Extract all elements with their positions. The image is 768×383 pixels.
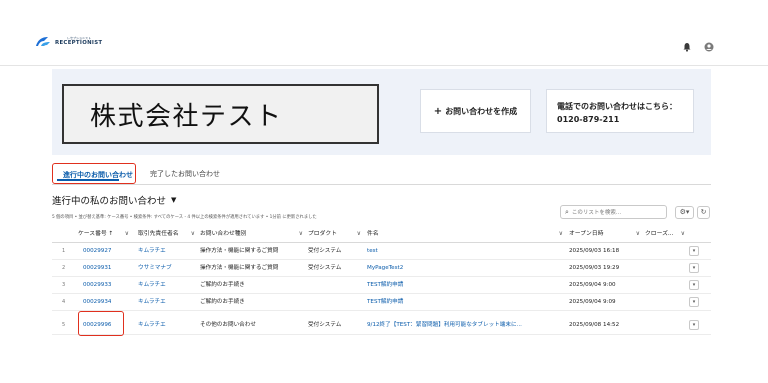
case-number-link[interactable]: 00029927 [83,243,111,260]
column-header-close-date[interactable]: クローズ... ∨ [645,225,688,243]
inquiry-type: ご解約のお手続き [200,299,245,305]
chevron-down-icon[interactable]: ∨ [357,225,361,243]
open-date: 2025/09/08 14:52 [569,322,620,328]
row-number: 4 [62,299,66,305]
subject-link[interactable]: test [367,243,562,260]
chevron-down-icon: ▾ [692,282,696,288]
list-search-input[interactable]: ⌕ このリストを検索... [560,205,667,219]
logo-ruby: レセプショニスト [67,35,92,40]
column-header-inquiry-type[interactable]: お問い合わせ種別 ∨ [200,225,306,243]
top-header: レセプショニスト RECEPTIONIST [0,0,768,66]
inquiry-type: 操作方法・機能に関するご質問 [200,248,279,254]
phone-contact-card: 電話でのお問い合わせはこちら： 0120-879-211 [546,89,694,133]
contact-link[interactable]: キムラチエ [138,315,166,335]
logo-mark-icon [35,36,52,47]
column-header-subject[interactable]: 件名 ∨ [367,225,566,243]
gear-icon: ⚙▾ [679,208,690,216]
company-name: 株式会社テスト [90,102,283,132]
contact-link[interactable]: ウサミマナブ [138,260,172,277]
phone-number: 0120-879-211 [557,115,620,124]
case-number-link[interactable]: 00029996 [83,315,111,335]
chevron-down-icon: ▾ [692,299,696,305]
search-placeholder: このリストを検索... [571,210,622,216]
inquiry-type: ご解約のお手続き [200,282,245,288]
refresh-button[interactable]: ↻ [697,206,710,219]
table-row: 2 00029931 ウサミマナブ 操作方法・機能に関するご質問 受付システム … [52,260,711,277]
chevron-down-icon: ▾ [692,322,696,328]
open-date: 2025/09/03 16:18 [569,248,620,254]
chevron-down-icon: ▾ [692,265,696,271]
new-case-button[interactable]: + お問い合わせを作成 [420,89,531,133]
row-action-menu[interactable]: ▾ [689,320,699,330]
row-number: 5 [62,322,66,328]
table-row: 3 00029933 キムラチエ ご解約のお手続き TEST解約申請 2025/… [52,277,711,294]
column-header-open-date[interactable]: オープン日時 ∨ [569,225,643,243]
chevron-down-icon[interactable]: ∨ [125,225,129,243]
contact-link[interactable]: キムラチエ [138,277,166,294]
column-header-case-number[interactable]: ケース番号 ↑ ∨ [78,225,132,243]
subject-link[interactable]: MyPageTest2 [367,260,562,277]
plus-icon: + [433,105,443,117]
subject-link[interactable]: TEST解約申請 [367,294,562,311]
subject-link[interactable]: 9/12終了【TEST：緊習問題】利用可能なタブレット端末に... [367,315,562,335]
row-number: 2 [62,265,66,271]
product: 受付システム [308,265,342,271]
chevron-down-icon[interactable]: ∨ [636,225,640,243]
search-icon: ⌕ [565,207,569,216]
table-row: 4 00029934 キムラチエ ご解約のお手続き TEST解約申請 2025/… [52,294,711,311]
case-number-link[interactable]: 00029933 [83,277,111,294]
product: 受付システム [308,248,342,254]
new-case-label: お問い合わせを作成 [445,106,518,116]
chevron-down-icon: ▾ [692,248,696,254]
case-number-link[interactable]: 00029934 [83,294,111,311]
inquiry-type: その他のお問い合わせ [200,322,256,328]
receptionist-logo[interactable]: レセプショニスト RECEPTIONIST [35,34,102,48]
list-meta-info: 5 個の項目 • 並び替え基準: ケース番号 • 検索条件: すべてのケース -… [52,215,317,220]
column-header-product[interactable]: プロダクト ∨ [308,225,364,243]
company-banner: 株式会社テスト + お問い合わせを作成 電話でのお問い合わせはこちら： 0120… [52,69,711,155]
contact-link[interactable]: キムラチエ [138,294,166,311]
inquiry-type: 操作方法・機能に関するご質問 [200,265,279,271]
case-number-link[interactable]: 00029931 [83,260,111,277]
list-settings-button[interactable]: ⚙▾ [675,206,694,219]
row-number: 1 [62,248,66,254]
open-date: 2025/09/04 9:09 [569,299,616,305]
list-view-selector[interactable]: 進行中の私のお問い合わせ ▼ [52,193,176,207]
subject-link[interactable]: TEST解約申請 [367,277,562,294]
chevron-down-icon[interactable]: ∨ [191,225,195,243]
chevron-down-icon[interactable]: ∨ [299,225,303,243]
caret-down-icon: ▼ [171,196,177,204]
user-icon[interactable] [704,37,714,52]
tab-completed[interactable]: 完了したお問い合わせ [150,163,220,185]
tab-in-progress[interactable]: 進行中のお問い合わせ [52,163,136,184]
row-action-menu[interactable]: ▾ [689,297,699,307]
chevron-down-icon[interactable]: ∨ [681,225,685,243]
table-row: 5 00029996 キムラチエ その他のお問い合わせ 受付システム 9/12終… [52,311,711,336]
list-title: 進行中の私のお問い合わせ [52,196,167,207]
bell-icon[interactable] [682,37,692,52]
refresh-icon: ↻ [700,208,707,216]
table-header: ケース番号 ↑ ∨ 取引先責任者名 ∨ お問い合わせ種別 ∨ プロダクト ∨ 件名 ∨ オ… [52,225,711,243]
phone-heading: 電話でのお問い合わせはこちら： [557,102,677,111]
open-date: 2025/09/04 9:00 [569,282,616,288]
row-number: 3 [62,282,66,288]
row-action-menu[interactable]: ▾ [689,280,699,290]
product: 受付システム [308,322,342,328]
row-action-menu[interactable]: ▾ [689,246,699,256]
case-tabs: 進行中のお問い合わせ 完了したお問い合わせ [52,163,711,185]
column-header-contact[interactable]: 取引先責任者名 ∨ [138,225,198,243]
open-date: 2025/09/03 19:29 [569,265,620,271]
chevron-down-icon[interactable]: ∨ [559,225,563,243]
logo-text: RECEPTIONIST [55,39,103,46]
contact-link[interactable]: キムラチエ [138,243,166,260]
company-name-box: 株式会社テスト [62,84,379,144]
row-action-menu[interactable]: ▾ [689,263,699,273]
table-row: 1 00029927 キムラチエ 操作方法・機能に関するご質問 受付システム t… [52,243,711,260]
